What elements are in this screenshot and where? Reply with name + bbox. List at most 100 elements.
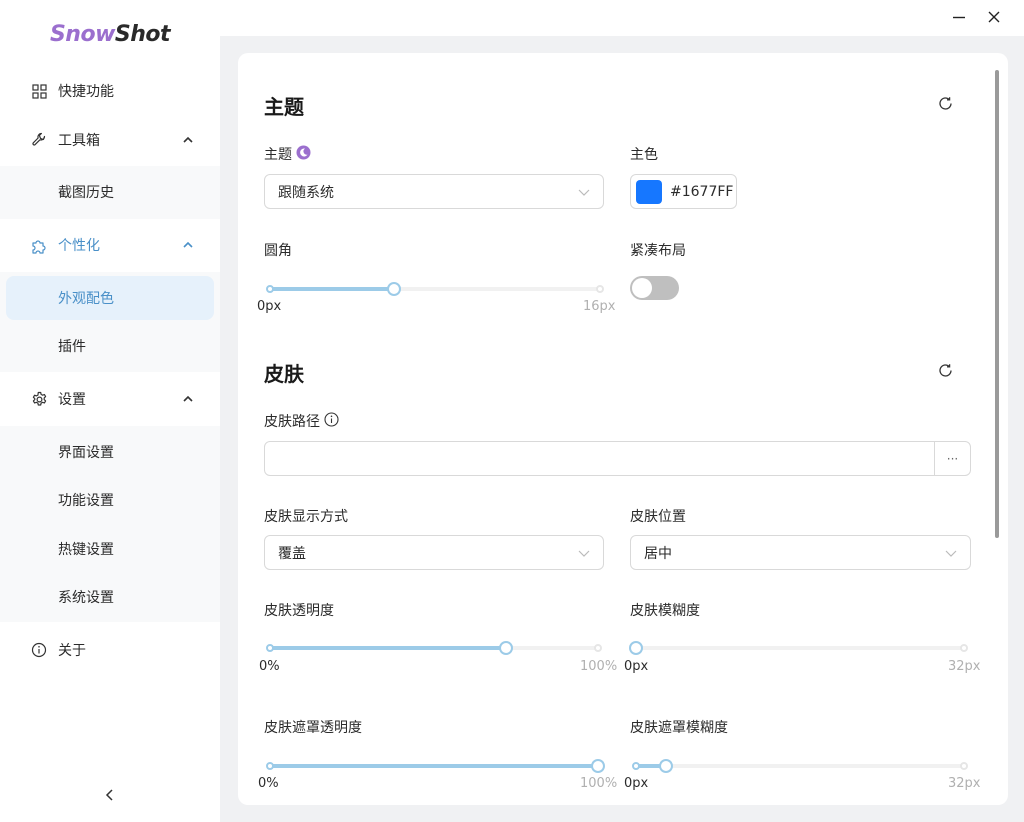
theme-select[interactable]: 跟随系统 bbox=[264, 174, 604, 209]
sidebar-item-label: 工具箱 bbox=[58, 133, 100, 149]
skin-path-label-text: 皮肤路径 bbox=[264, 414, 320, 430]
wrench-icon bbox=[30, 131, 48, 149]
slider-min-dot bbox=[266, 285, 274, 293]
chevron-up-icon bbox=[181, 238, 195, 252]
slider-track bbox=[270, 764, 598, 768]
primary-color-value: #1677FF bbox=[670, 183, 734, 200]
skin-blur-slider[interactable] bbox=[629, 638, 968, 658]
info-icon bbox=[30, 641, 48, 659]
skin-opacity-slider[interactable] bbox=[266, 638, 602, 658]
skin-mask-blur-max-label: 32px bbox=[948, 776, 981, 790]
slider-max-dot bbox=[960, 762, 968, 770]
sidebar-item-label: 个性化 bbox=[58, 238, 100, 254]
skin-path-input[interactable] bbox=[265, 442, 935, 475]
radius-max-label: 16px bbox=[583, 299, 616, 314]
chevron-left-icon bbox=[104, 787, 116, 806]
skin-mask-opacity-slider[interactable] bbox=[266, 756, 605, 776]
grid-icon bbox=[30, 82, 48, 100]
slider-min-dot bbox=[632, 762, 640, 770]
sidebar-item-toolbox[interactable]: 工具箱 bbox=[0, 120, 220, 160]
skin-section-title: 皮肤 bbox=[264, 362, 304, 386]
sidebar-collapse-button[interactable] bbox=[100, 786, 120, 806]
slider-rail bbox=[636, 764, 964, 768]
close-icon bbox=[987, 9, 1001, 28]
browse-button[interactable]: ··· bbox=[934, 442, 970, 475]
slider-handle[interactable] bbox=[658, 759, 673, 773]
slider-handle[interactable] bbox=[499, 641, 514, 655]
slider-track bbox=[270, 646, 507, 650]
skin-position-value: 居中 bbox=[644, 545, 672, 562]
info-icon[interactable] bbox=[324, 411, 339, 431]
slider-rail bbox=[636, 646, 964, 650]
refresh-icon bbox=[937, 95, 954, 116]
close-button[interactable] bbox=[984, 8, 1004, 28]
sidebar-item-label: 外观配色 bbox=[58, 291, 114, 307]
skin-display-mode-value: 覆盖 bbox=[278, 545, 306, 562]
skin-position-select[interactable]: 居中 bbox=[630, 535, 971, 570]
sidebar-item-screenshot-history[interactable]: 截图历史 bbox=[0, 170, 220, 214]
skin-mask-opacity-label: 皮肤遮罩透明度 bbox=[264, 720, 362, 736]
skin-path-label: 皮肤路径 bbox=[264, 411, 339, 431]
skin-path-field[interactable]: ··· bbox=[264, 441, 971, 476]
app-logo: SnowShot bbox=[0, 22, 220, 47]
toggle-knob bbox=[632, 278, 652, 298]
title-bar bbox=[220, 0, 1024, 36]
chevron-down-icon bbox=[577, 185, 591, 199]
chevron-down-icon bbox=[577, 546, 591, 560]
slider-handle[interactable] bbox=[629, 641, 643, 655]
chevron-up-icon bbox=[181, 392, 195, 406]
slider-min-dot bbox=[266, 644, 274, 652]
sidebar-item-label: 关于 bbox=[58, 643, 86, 659]
radius-min-label: 0px bbox=[257, 299, 282, 314]
compact-layout-toggle[interactable] bbox=[630, 276, 679, 300]
skin-display-mode-select[interactable]: 覆盖 bbox=[264, 535, 604, 570]
slider-max-dot bbox=[596, 285, 604, 293]
clipped-marks-row: 0% 100% 0px 32px bbox=[238, 776, 1008, 790]
slider-handle[interactable] bbox=[591, 759, 605, 773]
skin-blur-label: 皮肤模糊度 bbox=[630, 603, 700, 619]
chevron-up-icon bbox=[181, 133, 195, 147]
sidebar-item-label: 热键设置 bbox=[58, 542, 114, 558]
personalization-submenu: 外观配色 插件 bbox=[0, 272, 220, 372]
moon-icon bbox=[296, 145, 311, 164]
primary-color-picker[interactable]: #1677FF bbox=[630, 174, 737, 209]
minimize-button[interactable] bbox=[949, 8, 969, 28]
sidebar-item-settings[interactable]: 设置 bbox=[0, 379, 220, 419]
scrollbar[interactable] bbox=[995, 70, 999, 538]
slider-max-dot bbox=[594, 644, 602, 652]
sidebar-item-appearance[interactable]: 外观配色 bbox=[6, 276, 214, 320]
compact-layout-label: 紧凑布局 bbox=[630, 243, 686, 259]
chevron-down-icon bbox=[944, 546, 958, 560]
skin-reset-button[interactable] bbox=[936, 363, 954, 381]
slider-min-dot bbox=[266, 762, 274, 770]
skin-position-label: 皮肤位置 bbox=[630, 509, 686, 525]
primary-color-label: 主色 bbox=[630, 147, 658, 163]
sidebar-item-about[interactable]: 关于 bbox=[0, 630, 220, 670]
radius-slider[interactable] bbox=[266, 279, 604, 299]
sidebar-item-label: 快捷功能 bbox=[58, 84, 114, 100]
theme-label-text: 主题 bbox=[264, 147, 292, 163]
sidebar-item-plugins[interactable]: 插件 bbox=[0, 324, 220, 368]
slider-handle[interactable] bbox=[386, 282, 401, 296]
sidebar-item-system-settings[interactable]: 系统设置 bbox=[0, 575, 220, 619]
logo-part1: Snow bbox=[49, 22, 115, 47]
sidebar-item-ui-settings[interactable]: 界面设置 bbox=[0, 430, 220, 474]
sidebar-item-label: 截图历史 bbox=[58, 185, 114, 201]
settings-submenu: 界面设置 功能设置 热键设置 系统设置 bbox=[0, 426, 220, 622]
skin-mask-blur-label: 皮肤遮罩模糊度 bbox=[630, 720, 728, 736]
skin-mask-opacity-max-label: 100% bbox=[580, 776, 618, 790]
skin-mask-blur-min-label: 0px bbox=[624, 776, 649, 790]
sidebar-item-label: 系统设置 bbox=[58, 590, 114, 606]
slider-track bbox=[270, 287, 394, 291]
sidebar-item-function-settings[interactable]: 功能设置 bbox=[0, 478, 220, 522]
sidebar-item-hotkey-settings[interactable]: 热键设置 bbox=[0, 527, 220, 571]
sidebar-item-label: 设置 bbox=[58, 392, 86, 408]
slider-max-dot bbox=[960, 644, 968, 652]
sidebar-item-quick-functions[interactable]: 快捷功能 bbox=[0, 71, 220, 111]
skin-mask-blur-slider[interactable] bbox=[632, 756, 968, 776]
theme-reset-button[interactable] bbox=[936, 96, 954, 114]
sidebar-item-personalization[interactable]: 个性化 bbox=[0, 225, 220, 265]
skin-opacity-min-label: 0% bbox=[259, 659, 280, 674]
sidebar-item-label: 界面设置 bbox=[58, 445, 114, 461]
theme-label: 主题 bbox=[264, 144, 311, 164]
